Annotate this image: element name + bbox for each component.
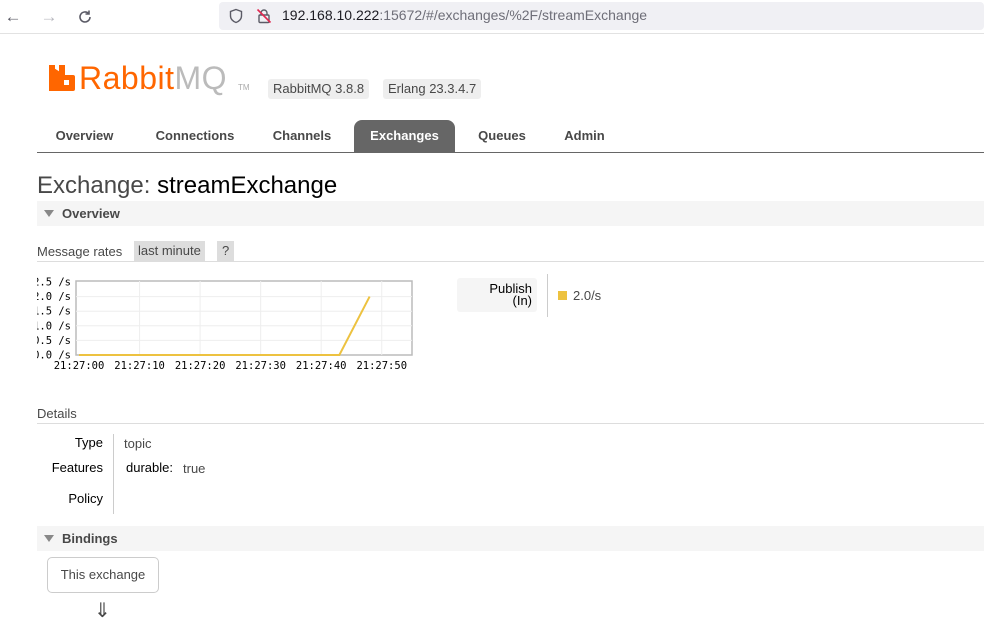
bindings-section-label: Bindings bbox=[62, 531, 118, 546]
browser-toolbar: ← → 192.168.10.222:15672/#/exchanges/%2F… bbox=[0, 0, 984, 34]
chart-plot-area bbox=[75, 280, 413, 356]
back-icon[interactable]: ← bbox=[0, 4, 26, 30]
message-rates-header: Message rates last minute ? bbox=[37, 241, 984, 262]
collapse-triangle-icon bbox=[44, 210, 54, 217]
x-tick-label: 21:27:00 bbox=[54, 360, 105, 372]
this-exchange-box: This exchange bbox=[47, 557, 159, 593]
logo-trademark: TM bbox=[238, 83, 250, 92]
details-divider bbox=[113, 434, 114, 514]
rabbitmq-logo-icon bbox=[49, 65, 75, 91]
tab-queues[interactable]: Queues bbox=[467, 120, 537, 152]
rabbitmq-version-badge: RabbitMQ 3.8.8 bbox=[268, 79, 370, 99]
x-tick-label: 21:27:50 bbox=[356, 360, 407, 372]
tab-overview[interactable]: Overview bbox=[41, 120, 128, 152]
y-tick-label: 0.5 /s bbox=[37, 335, 71, 347]
tab-admin[interactable]: Admin bbox=[552, 120, 617, 152]
tab-channels[interactable]: Channels bbox=[262, 120, 342, 152]
page-title: Exchange: streamExchange bbox=[37, 172, 338, 199]
collapse-triangle-icon bbox=[44, 535, 54, 542]
rates-help-button[interactable]: ? bbox=[217, 241, 235, 261]
y-tick-label: 2.0 /s bbox=[37, 291, 71, 303]
type-key: Type bbox=[74, 435, 103, 450]
legend-label-publish-in: Publish (In) bbox=[457, 278, 537, 312]
overview-section-toggle[interactable]: Overview bbox=[37, 201, 984, 226]
message-rates-chart: 2.5 /s2.0 /s1.5 /s1.0 /s0.5 /s0.0 /s 21:… bbox=[37, 277, 413, 372]
tab-exchanges[interactable]: Exchanges bbox=[354, 120, 455, 152]
x-tick-label: 21:27:20 bbox=[175, 360, 226, 372]
rates-range-selector[interactable]: last minute bbox=[134, 241, 205, 261]
details-header: Details bbox=[37, 405, 984, 424]
erlang-version-badge: Erlang 23.3.4.7 bbox=[383, 79, 482, 99]
logo-wordmark: RabbitMQ bbox=[79, 60, 228, 96]
message-rates-label: Message rates bbox=[37, 244, 123, 259]
y-tick-label: 1.5 /s bbox=[37, 306, 71, 318]
legend-swatch-publish-in bbox=[558, 291, 567, 300]
binding-down-arrow-icon: ⇓ bbox=[94, 600, 111, 619]
insecure-lock-icon[interactable] bbox=[256, 8, 272, 24]
url-text[interactable]: 192.168.10.222:15672/#/exchanges/%2F/str… bbox=[282, 7, 647, 23]
reload-icon[interactable] bbox=[72, 4, 98, 30]
forward-icon[interactable]: → bbox=[36, 4, 62, 30]
features-key: Features bbox=[51, 460, 103, 475]
features-durable-key: durable: bbox=[126, 460, 173, 475]
x-tick-label: 21:27:30 bbox=[235, 360, 286, 372]
policy-key: Policy bbox=[68, 491, 103, 506]
rabbitmq-logo[interactable]: RabbitMQ TM bbox=[48, 60, 258, 100]
x-tick-label: 21:27:40 bbox=[296, 360, 347, 372]
overview-section-label: Overview bbox=[62, 206, 120, 221]
type-value: topic bbox=[124, 436, 152, 451]
shield-icon[interactable] bbox=[228, 8, 244, 24]
exchange-name: streamExchange bbox=[157, 172, 338, 199]
y-tick-label: 1.0 /s bbox=[37, 320, 71, 332]
main-nav-tabs: Overview Connections Channels Exchanges … bbox=[37, 120, 984, 153]
details-label: Details bbox=[37, 406, 77, 421]
legend-value-publish-in: 2.0/s bbox=[573, 288, 602, 303]
legend-divider bbox=[547, 274, 548, 317]
tab-connections[interactable]: Connections bbox=[144, 120, 246, 152]
x-tick-label: 21:27:10 bbox=[114, 360, 165, 372]
bindings-section-toggle[interactable]: Bindings bbox=[37, 526, 984, 551]
url-bar[interactable]: 192.168.10.222:15672/#/exchanges/%2F/str… bbox=[219, 2, 984, 30]
features-durable-value: true bbox=[183, 461, 206, 476]
y-tick-label: 2.5 /s bbox=[37, 277, 71, 289]
